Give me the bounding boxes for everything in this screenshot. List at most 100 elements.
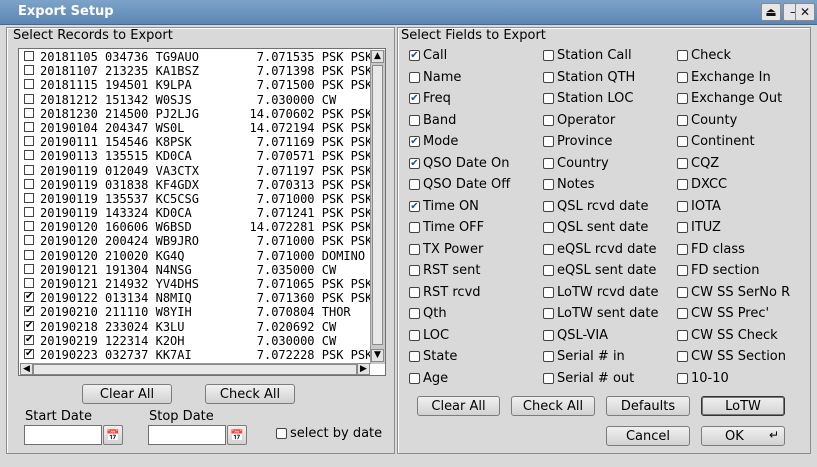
scroll-down-arrow-icon[interactable]: ▼ bbox=[371, 349, 384, 362]
checkbox-box[interactable] bbox=[677, 265, 688, 276]
checkbox-box[interactable] bbox=[543, 136, 554, 147]
cancel-button[interactable]: Cancel bbox=[606, 426, 690, 446]
checkbox-box[interactable] bbox=[677, 351, 688, 362]
close-button[interactable]: ✕ bbox=[795, 3, 815, 21]
checkbox-box[interactable] bbox=[409, 114, 420, 126]
checkbox-box[interactable] bbox=[677, 114, 688, 126]
checkbox-box[interactable] bbox=[677, 71, 688, 83]
record-checkbox[interactable] bbox=[24, 263, 34, 274]
checkbox-box[interactable] bbox=[543, 179, 554, 190]
record-row[interactable]: 20190122 013134 N8MIQ 7.071360 PSK PSK31 bbox=[20, 291, 370, 305]
record-row[interactable]: 20190121 214932 YV4DHS 7.071065 PSK PSK3… bbox=[20, 277, 370, 291]
scroll-up-arrow-icon[interactable]: ▲ bbox=[371, 50, 384, 63]
checkbox-box[interactable] bbox=[543, 157, 554, 169]
record-checkbox[interactable] bbox=[24, 292, 34, 303]
record-row[interactable]: 20181212 151342 W0SJS 7.030000 CW bbox=[20, 93, 370, 107]
record-checkbox[interactable] bbox=[24, 249, 34, 260]
checkbox-box[interactable] bbox=[677, 179, 688, 190]
record-checkbox[interactable] bbox=[24, 65, 34, 76]
record-checkbox[interactable] bbox=[24, 207, 34, 218]
record-row[interactable]: 20190120 200424 WB9JRO 7.071000 PSK PSK3… bbox=[20, 234, 370, 248]
checkbox-box[interactable] bbox=[543, 71, 554, 83]
checkbox-box[interactable] bbox=[543, 286, 554, 298]
checkbox-box[interactable] bbox=[677, 222, 688, 233]
record-checkbox[interactable] bbox=[24, 164, 34, 175]
fields-check-all-button[interactable]: Check All bbox=[511, 396, 595, 416]
checkbox-box[interactable] bbox=[543, 114, 554, 126]
record-row[interactable]: 20181230 214500 PJ2LJG 14.070602 PSK PSK… bbox=[20, 107, 370, 121]
checkbox-box[interactable] bbox=[543, 50, 554, 61]
checkbox-box[interactable] bbox=[543, 243, 554, 255]
record-row[interactable]: 20190120 160606 W6BSD 14.072281 PSK PSK6… bbox=[20, 220, 370, 234]
record-checkbox[interactable] bbox=[24, 221, 34, 232]
checkbox-box[interactable] bbox=[543, 351, 554, 362]
checkbox-box[interactable] bbox=[409, 222, 420, 233]
start-date-input[interactable] bbox=[24, 425, 102, 445]
vertical-scroll-thumb[interactable] bbox=[372, 65, 383, 345]
record-row[interactable]: 20190119 135537 KC5CSG 7.071000 PSK PSK3… bbox=[20, 192, 370, 206]
checkbox-box[interactable] bbox=[409, 308, 420, 319]
horizontal-scroll-thumb[interactable] bbox=[33, 364, 357, 375]
checkbox-box[interactable] bbox=[677, 157, 688, 169]
checkbox-box[interactable] bbox=[409, 265, 420, 276]
record-checkbox[interactable] bbox=[24, 93, 34, 104]
record-checkbox[interactable] bbox=[24, 348, 34, 359]
checkbox-box[interactable] bbox=[543, 222, 554, 233]
record-row[interactable]: 20181115 194501 K9LPA 7.071500 PSK PSK31 bbox=[20, 78, 370, 92]
record-checkbox[interactable] bbox=[24, 107, 34, 118]
record-row[interactable]: 20190120 210020 KG4Q 7.071000 DOMINO bbox=[20, 249, 370, 263]
record-row[interactable]: 20190121 191304 N4NSG 7.035000 CW bbox=[20, 263, 370, 277]
checkbox-box[interactable] bbox=[543, 265, 554, 276]
checkbox-box[interactable] bbox=[409, 136, 420, 147]
record-checkbox[interactable] bbox=[24, 178, 34, 189]
checkbox-box[interactable] bbox=[677, 50, 688, 61]
record-row[interactable]: 20190111 154546 K8PSK 7.071169 PSK PSK31 bbox=[20, 135, 370, 149]
record-row[interactable]: 20181107 213235 KA1BSZ 7.071398 PSK PSK3… bbox=[20, 64, 370, 78]
defaults-button[interactable]: Defaults bbox=[606, 396, 690, 416]
record-checkbox[interactable] bbox=[24, 121, 34, 132]
record-row[interactable]: 20190223 032737 KK7AI 7.072228 PSK PSK31 bbox=[20, 348, 370, 362]
checkbox-box[interactable] bbox=[409, 93, 420, 104]
checkbox-box[interactable] bbox=[677, 243, 688, 255]
fields-clear-all-button[interactable]: Clear All bbox=[417, 396, 500, 416]
records-horizontal-scrollbar[interactable]: ◀ ▶ bbox=[20, 363, 370, 375]
checkbox-box[interactable] bbox=[409, 71, 420, 83]
record-row[interactable]: 20190218 233024 K3LU 7.020692 CW bbox=[20, 320, 370, 334]
checkbox-box[interactable] bbox=[409, 157, 420, 169]
record-checkbox[interactable] bbox=[24, 51, 34, 61]
record-checkbox[interactable] bbox=[24, 79, 34, 90]
checkbox-box[interactable] bbox=[677, 372, 688, 384]
scroll-left-arrow-icon[interactable]: ◀ bbox=[20, 363, 33, 375]
checkbox-box[interactable] bbox=[677, 308, 688, 319]
record-checkbox[interactable] bbox=[24, 150, 34, 161]
checkbox-box[interactable] bbox=[409, 243, 420, 255]
checkbox-box[interactable] bbox=[409, 200, 420, 212]
record-row[interactable]: 20190113 135515 KD0CA 7.070571 PSK PSK31 bbox=[20, 149, 370, 163]
lotw-button[interactable]: LoTW bbox=[701, 396, 785, 416]
checkbox-box[interactable] bbox=[409, 50, 420, 61]
start-date-calendar-icon[interactable]: 📅 bbox=[103, 425, 123, 445]
record-checkbox[interactable] bbox=[24, 136, 34, 147]
record-row[interactable]: 20181105 034736 TG9AUO 7.071535 PSK PSK3… bbox=[20, 50, 370, 64]
checkbox-box[interactable] bbox=[677, 136, 688, 147]
records-check-all-button[interactable]: Check All bbox=[205, 384, 295, 404]
checkbox-box[interactable] bbox=[409, 329, 420, 341]
record-checkbox[interactable] bbox=[24, 235, 34, 246]
select-by-date-box[interactable] bbox=[276, 428, 287, 439]
record-row[interactable]: 20190119 012049 VA3CTX 7.071197 PSK PSK3… bbox=[20, 164, 370, 178]
records-clear-all-button[interactable]: Clear All bbox=[82, 384, 172, 404]
record-checkbox[interactable] bbox=[24, 306, 34, 317]
record-row[interactable]: 20190104 204347 WS0L 14.072194 PSK PSK31 bbox=[20, 121, 370, 135]
checkbox-box[interactable] bbox=[677, 200, 688, 212]
record-checkbox[interactable] bbox=[24, 334, 34, 345]
checkbox-box[interactable] bbox=[409, 351, 420, 362]
record-row[interactable]: 20190119 031838 KF4GDX 7.070313 PSK PSK3… bbox=[20, 178, 370, 192]
ok-button[interactable]: OK ↵ bbox=[701, 426, 785, 446]
checkbox-box[interactable] bbox=[677, 93, 688, 104]
checkbox-box[interactable] bbox=[543, 372, 554, 384]
checkbox-box[interactable] bbox=[543, 308, 554, 319]
checkbox-box[interactable] bbox=[677, 329, 688, 341]
scroll-right-arrow-icon[interactable]: ▶ bbox=[357, 363, 370, 375]
checkbox-box[interactable] bbox=[409, 286, 420, 298]
records-list[interactable]: 20181105 034736 TG9AUO 7.071535 PSK PSK3… bbox=[20, 50, 370, 364]
